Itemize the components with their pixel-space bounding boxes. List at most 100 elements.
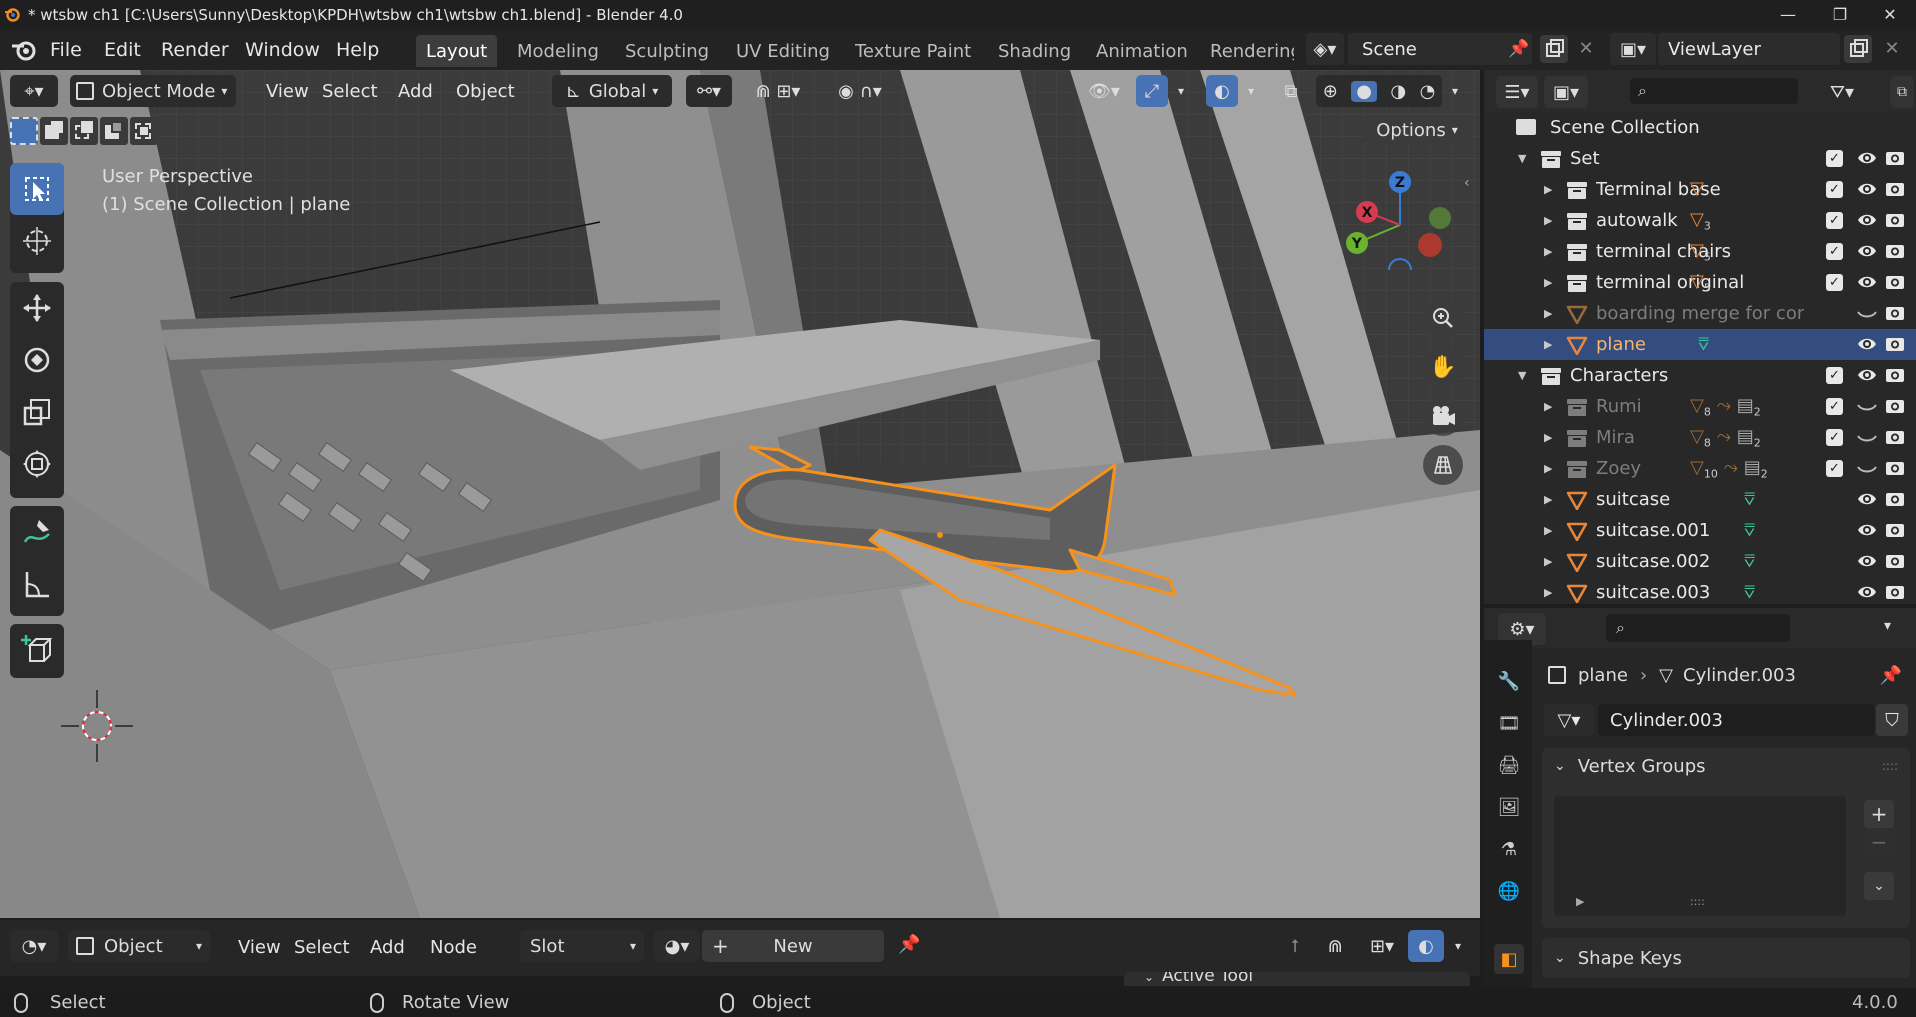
visibility-dropdown[interactable]: 👁▾: [1080, 75, 1128, 107]
properties-search-input[interactable]: ⌕: [1606, 614, 1790, 642]
shading-mode-group[interactable]: ⊕ ● ◑ ◔: [1316, 75, 1442, 107]
exclude-checkbox[interactable]: ✓: [1826, 150, 1843, 167]
delete-view-layer-icon[interactable]: ✕: [1878, 35, 1906, 63]
view-layer-tab-icon[interactable]: 🖼: [1494, 792, 1524, 822]
expand-arrow-icon[interactable]: ▶: [1544, 400, 1552, 413]
children-count-badge[interactable]: ▽8 ⤳ ▤2: [1690, 426, 1761, 450]
outliner-row[interactable]: ▼ Set ✓: [1484, 143, 1916, 174]
exclude-checkbox[interactable]: ✓: [1826, 367, 1843, 384]
expand-arrow-icon[interactable]: ▶: [1544, 307, 1552, 320]
select-extend-icon[interactable]: [40, 117, 68, 145]
tab-texture-paint[interactable]: Texture Paint: [845, 35, 981, 67]
mesh-browse-button[interactable]: ▽▾: [1544, 704, 1594, 736]
shader-menu-view[interactable]: View: [228, 926, 291, 968]
snap-icon[interactable]: ⋒: [1318, 930, 1352, 962]
eye-closed-icon[interactable]: [1856, 395, 1878, 417]
exclude-checkbox[interactable]: ✓: [1826, 429, 1843, 446]
delete-scene-icon[interactable]: ✕: [1572, 35, 1600, 63]
children-count-badge[interactable]: ▽10 ⤳ ▤2: [1690, 457, 1768, 481]
expand-arrow-icon[interactable]: ▶: [1544, 183, 1552, 196]
shader-menu-node[interactable]: Node: [420, 926, 487, 968]
tab-layout[interactable]: Layout: [416, 35, 498, 67]
tab-shading[interactable]: Shading: [988, 35, 1081, 67]
scene-selector-button[interactable]: ◈▾: [1306, 33, 1344, 65]
3d-viewport[interactable]: User Perspective (1) Scene Collection | …: [0, 70, 1480, 918]
eye-icon[interactable]: [1856, 581, 1878, 603]
snapping-toggle[interactable]: ⋒ ⊞▾: [740, 75, 816, 107]
move-tool[interactable]: [10, 282, 64, 334]
render-camera-icon[interactable]: [1884, 581, 1906, 603]
navigation-gizmo[interactable]: Z Y X: [1340, 160, 1470, 270]
eye-closed-icon[interactable]: [1856, 426, 1878, 448]
menu-file[interactable]: File: [40, 29, 92, 70]
menu-edit[interactable]: Edit: [94, 29, 151, 70]
tab-sculpting[interactable]: Sculpting: [615, 35, 719, 67]
filter-dropdown[interactable]: ⛛▾: [1818, 76, 1866, 108]
children-count-badge[interactable]: ▽8 ⤳ ▤2: [1690, 395, 1761, 419]
rotate-tool[interactable]: [10, 334, 64, 386]
expand-arrow-icon[interactable]: ▶: [1544, 431, 1552, 444]
active-tool-panel[interactable]: ⌄ Active Tool: [1124, 972, 1470, 986]
shader-overlays-dropdown[interactable]: ▾: [1444, 930, 1472, 962]
measure-tool[interactable]: [10, 558, 64, 610]
viewport-menu-add[interactable]: Add: [388, 70, 443, 112]
transform-orientation-dropdown[interactable]: ⊾ Global ▾: [552, 75, 672, 107]
outliner-row[interactable]: ▶ Terminal base ▽ ✓: [1484, 174, 1916, 205]
minimize-button[interactable]: —: [1762, 0, 1814, 29]
viewport-menu-view[interactable]: View: [256, 70, 319, 112]
outliner-row[interactable]: ▼ Characters ✓: [1484, 360, 1916, 391]
render-camera-icon[interactable]: [1884, 147, 1906, 169]
blender-menu-icon[interactable]: [10, 37, 38, 63]
expand-arrow-icon[interactable]: ▶: [1544, 245, 1552, 258]
outliner-row[interactable]: ▶ suitcase.001 ⩢: [1484, 515, 1916, 546]
render-camera-icon[interactable]: [1884, 271, 1906, 293]
add-cube-tool[interactable]: [10, 624, 64, 676]
eye-icon[interactable]: [1856, 519, 1878, 541]
vertex-groups-header[interactable]: ⌄ Vertex Groups ::::: [1542, 748, 1910, 784]
exclude-checkbox[interactable]: ✓: [1826, 274, 1843, 291]
shader-type-dropdown[interactable]: Object ▾: [68, 930, 210, 962]
eye-icon[interactable]: [1856, 550, 1878, 572]
render-camera-icon[interactable]: [1884, 302, 1906, 324]
expand-arrow-icon[interactable]: ▶: [1544, 524, 1552, 537]
slot-dropdown[interactable]: Slot ▾: [520, 930, 644, 962]
select-new-icon[interactable]: [10, 117, 38, 145]
mesh-data-icon[interactable]: ⩢: [1744, 520, 1755, 541]
render-tab-icon[interactable]: 🎞: [1494, 708, 1524, 738]
select-box-tool[interactable]: [10, 163, 64, 215]
shader-menu-select[interactable]: Select: [284, 926, 360, 968]
expand-arrow-icon[interactable]: ▶: [1544, 493, 1552, 506]
cursor-tool[interactable]: [10, 215, 64, 267]
eye-closed-icon[interactable]: [1856, 302, 1878, 324]
outliner-row[interactable]: ▶ Rumi ▽8 ⤳ ▤2 ✓: [1484, 391, 1916, 422]
expand-arrow-icon[interactable]: ▶: [1544, 214, 1552, 227]
pivot-point-dropdown[interactable]: ⚯▾: [686, 75, 732, 107]
expand-arrow-icon[interactable]: ▶: [1544, 338, 1552, 351]
remove-vertex-group-button[interactable]: −: [1864, 828, 1894, 856]
maximize-button[interactable]: ❐: [1814, 0, 1866, 29]
tab-rendering[interactable]: Rendering: [1200, 35, 1294, 67]
render-camera-icon[interactable]: [1884, 333, 1906, 355]
options-dropdown[interactable]: Options ▾: [1364, 115, 1470, 145]
outliner-row-scene-collection[interactable]: Scene Collection: [1484, 112, 1916, 143]
annotate-tool[interactable]: [10, 506, 64, 558]
display-mode-dropdown[interactable]: ▣▾: [1544, 76, 1588, 108]
close-window-button[interactable]: ✕: [1864, 0, 1916, 29]
parent-node-tree-icon[interactable]: ⭡: [1278, 930, 1312, 962]
ortho-grid-icon[interactable]: [1423, 445, 1463, 485]
vertex-groups-list[interactable]: ▶ ::::: [1554, 796, 1846, 916]
drag-handle-icon[interactable]: ::::: [1882, 759, 1898, 773]
expand-arrow-icon[interactable]: ▶: [1544, 586, 1552, 599]
object-tab-icon[interactable]: ◧: [1494, 944, 1524, 974]
eye-icon[interactable]: [1856, 147, 1878, 169]
new-view-layer-button[interactable]: [1844, 35, 1872, 63]
wireframe-shading-icon[interactable]: ⊕: [1323, 81, 1338, 102]
pan-hand-icon[interactable]: ✋: [1423, 347, 1463, 387]
tool-settings-tab-icon[interactable]: 🔧: [1494, 666, 1524, 696]
view-layer-name-field[interactable]: ViewLayer: [1658, 33, 1840, 65]
overlays-toggle[interactable]: ◐: [1206, 75, 1238, 107]
tab-modeling[interactable]: Modeling: [507, 35, 609, 67]
render-camera-icon[interactable]: [1884, 209, 1906, 231]
new-collection-button[interactable]: ⧉: [1890, 76, 1914, 108]
xray-toggle[interactable]: ⧉: [1276, 75, 1306, 107]
